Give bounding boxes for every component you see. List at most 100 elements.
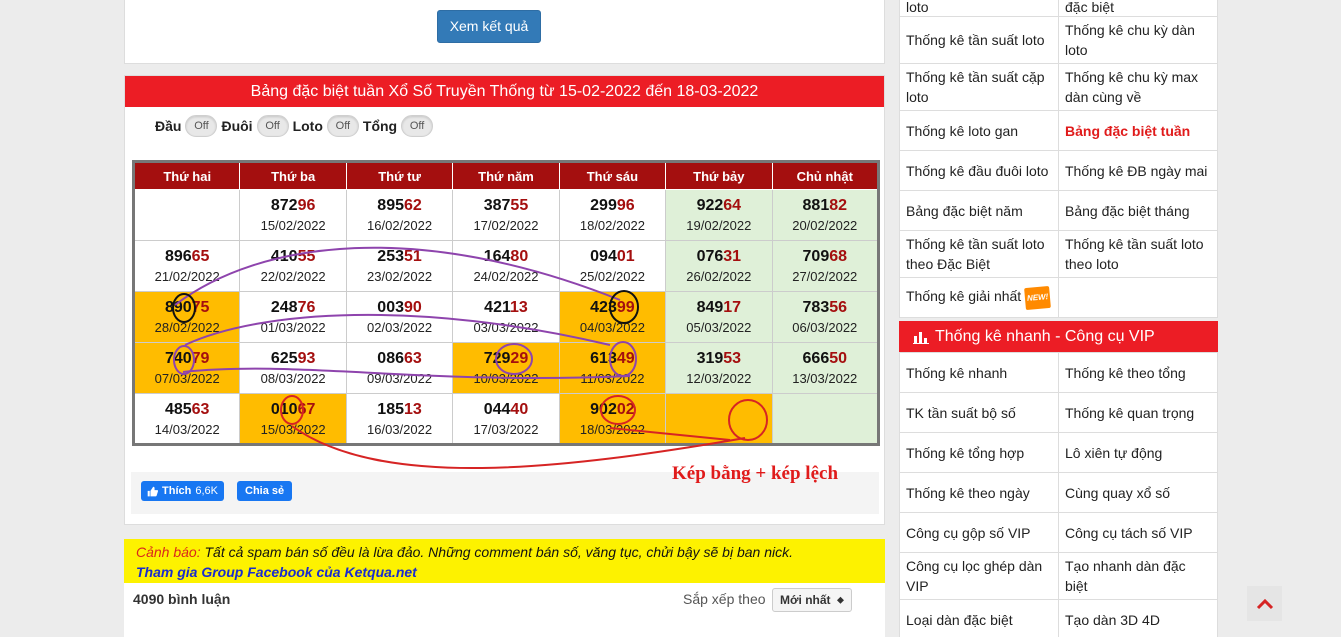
result-date: 04/03/2022 <box>579 320 645 335</box>
result-number-head: 253 <box>377 248 404 265</box>
sort-select[interactable]: Mới nhất ⯁ <box>772 588 853 612</box>
sidebar-link[interactable]: Bảng đặc biệt tuần <box>1058 110 1218 151</box>
sidebar-link[interactable]: Thống kê tần suất loto theo Đặc Biệt <box>899 230 1059 278</box>
toggle-loto[interactable]: Off <box>326 115 359 137</box>
result-cell: 16480 24/02/2022 <box>452 240 560 292</box>
sidebar-link[interactable]: TK tần suất bộ số <box>899 392 1059 433</box>
sidebar-link[interactable]: Thống kê tần suất cặp loto <box>899 63 1059 111</box>
result-number-head: 740 <box>164 350 192 367</box>
result-date: 16/03/2022 <box>367 421 433 437</box>
result-cell <box>771 393 880 445</box>
result-cell: 88182 20/02/2022 <box>771 189 880 241</box>
result-date: 18/02/2022 <box>579 218 645 233</box>
sidebar-link[interactable]: Bảng đặc biệt tháng <box>1058 190 1218 231</box>
result-number: 89665 <box>135 246 239 268</box>
sidebar-link[interactable]: Cùng quay xổ số <box>1058 472 1218 513</box>
result-date: 03/03/2022 <box>473 320 539 335</box>
result-number: 09401 <box>560 246 665 268</box>
sidebar-link[interactable]: Tạo dàn 3D 4D <box>1058 599 1218 637</box>
toggle-label-loto: Loto <box>292 118 323 134</box>
sidebar-link[interactable]: Thống kê loto gan <box>899 110 1059 151</box>
result-number: 92264 <box>666 195 771 217</box>
sidebar-link[interactable]: Bảng đặc biệt năm <box>899 190 1059 231</box>
result-number: 07631 <box>666 246 771 268</box>
sidebar-link[interactable]: Lô xiên tự động <box>1058 432 1218 473</box>
result-cell: 84917 05/03/2022 <box>665 291 773 343</box>
facebook-group-link[interactable]: Tham gia Group Facebook của Ketqua.net <box>136 562 873 582</box>
vip-tools-header: Thống kê nhanh - Công cụ VIP <box>899 321 1218 352</box>
sidebar-link-partial-right[interactable]: đặc biệt <box>1058 0 1218 17</box>
toggle-duoi[interactable]: Off <box>256 115 289 137</box>
sidebar-link[interactable]: Tạo nhanh dàn đặc biệt <box>1058 552 1218 600</box>
sidebar-link-label: Thống kê theo tổng <box>1065 364 1186 381</box>
sidebar-link[interactable]: Thống kê nhanh <box>899 352 1059 393</box>
result-number: 70968 <box>773 246 877 268</box>
sidebar-link[interactable]: Công cụ gộp số VIP <box>899 512 1059 553</box>
warning-text: Tất cả spam bán số đều là lừa đảo. Những… <box>200 544 793 560</box>
result-number-tail: 99 <box>616 299 635 316</box>
scroll-to-top-button[interactable] <box>1247 586 1282 621</box>
sidebar-link[interactable]: Thống kê quan trọng <box>1058 392 1218 433</box>
result-number-head: 613 <box>590 350 617 367</box>
result-date: 18/03/2022 <box>579 421 645 437</box>
result-number: 31953 <box>666 348 771 370</box>
sidebar-link[interactable]: Thống kê tổng hợp <box>899 432 1059 473</box>
sidebar-link[interactable]: Thống kê đầu đuôi loto <box>899 150 1059 191</box>
result-number-tail: 50 <box>829 350 848 367</box>
result-number-head: 890 <box>164 299 192 316</box>
result-number-head: 185 <box>377 400 404 418</box>
table-header-day: Thứ hai <box>132 161 241 190</box>
sidebar-link[interactable]: Thống kê theo ngày <box>899 472 1059 513</box>
sidebar-row: Thống kê tần suất loto Thống kê chu kỳ dà… <box>899 16 1218 64</box>
comments-count: 4090 bình luận <box>133 591 231 607</box>
result-number-head: 872 <box>270 197 298 214</box>
result-date: 08/03/2022 <box>260 371 326 386</box>
sidebar-link[interactable]: Thống kê tần suất loto <box>899 16 1059 64</box>
result-date: 25/02/2022 <box>579 269 645 284</box>
sidebar-link[interactable]: Thống kê theo tổng <box>1058 352 1218 393</box>
result-cell: 08663 09/03/2022 <box>345 342 454 394</box>
sidebar-link-label: Loại dàn đặc biệt <box>906 611 1013 628</box>
result-cell: 92264 19/02/2022 <box>665 189 773 241</box>
result-number: 38755 <box>453 195 558 217</box>
result-number-head: 895 <box>377 197 404 214</box>
result-cell: 62593 08/03/2022 <box>239 342 347 394</box>
sidebar-link[interactable]: Thống kê chu kỳ dàn loto <box>1058 16 1218 64</box>
result-number: 25351 <box>347 246 452 268</box>
sidebar-link-label: Tạo nhanh dàn đặc biệt <box>1065 558 1186 594</box>
toggle-dau[interactable]: Off <box>185 115 218 137</box>
result-number: 89075 <box>135 297 239 319</box>
view-results-button[interactable]: Xem kết quả <box>437 10 541 43</box>
result-number: 48563 <box>135 399 239 421</box>
warning-banner: Cảnh báo: Tất cả spam bán số đều là lừa … <box>124 539 885 583</box>
result-cell: 87296 15/02/2022 <box>239 189 347 241</box>
sidebar-link-partial-left[interactable]: loto <box>899 0 1059 17</box>
result-number-head: 387 <box>483 197 511 214</box>
sidebar-link[interactable]: Công cụ lọc ghép dàn VIP <box>899 552 1059 600</box>
sidebar-link-label: Thống kê giải nhất <box>906 288 1022 305</box>
sidebar-row: Thống kê tổng hợp Lô xiên tự động <box>899 432 1218 473</box>
result-cell: 24876 01/03/2022 <box>239 291 347 343</box>
chevron-up-icon <box>1256 598 1273 609</box>
toggle-tong[interactable]: Off <box>401 115 434 137</box>
result-number-tail: 82 <box>829 197 848 214</box>
result-number-tail: 68 <box>829 248 848 265</box>
sidebar-link[interactable]: Thống kê giải nhất NEW! <box>899 277 1059 318</box>
result-number: 29996 <box>560 195 665 217</box>
result-number-head: 485 <box>164 400 192 418</box>
sidebar-link[interactable]: Thống kê tần suất loto theo loto <box>1058 230 1218 278</box>
sidebar-link[interactable]: Công cụ tách số VIP <box>1058 512 1218 553</box>
facebook-share-button[interactable]: Chia sẻ <box>237 481 293 501</box>
result-cell: 42113 03/03/2022 <box>452 291 560 343</box>
special-results-table: Thứ hai Thứ ba Thứ tư Thứ năm Thứ sáu Thứ bảy… <box>132 160 880 446</box>
result-cell: 89075 28/02/2022 <box>132 291 241 343</box>
sidebar-link-label: Thống kê tần suất loto <box>906 32 1045 48</box>
sidebar-link[interactable]: Loại dàn đặc biệt <box>899 599 1059 637</box>
sidebar-link[interactable]: Thống kê ĐB ngày mai <box>1058 150 1218 191</box>
sidebar-link[interactable]: Thống kê chu kỳ max dàn cùng về <box>1058 63 1218 111</box>
result-number-tail: 96 <box>616 197 635 214</box>
sidebar-stats-links: loto đặc biệt Thống kê tần suất loto Thốn… <box>899 0 1218 318</box>
table-row: 89665 21/02/2022 41055 22/02/2022 25351 23/02… <box>132 240 880 292</box>
result-number: 16480 <box>453 246 558 268</box>
facebook-like-button[interactable]: Thích 6,6K <box>141 481 224 501</box>
